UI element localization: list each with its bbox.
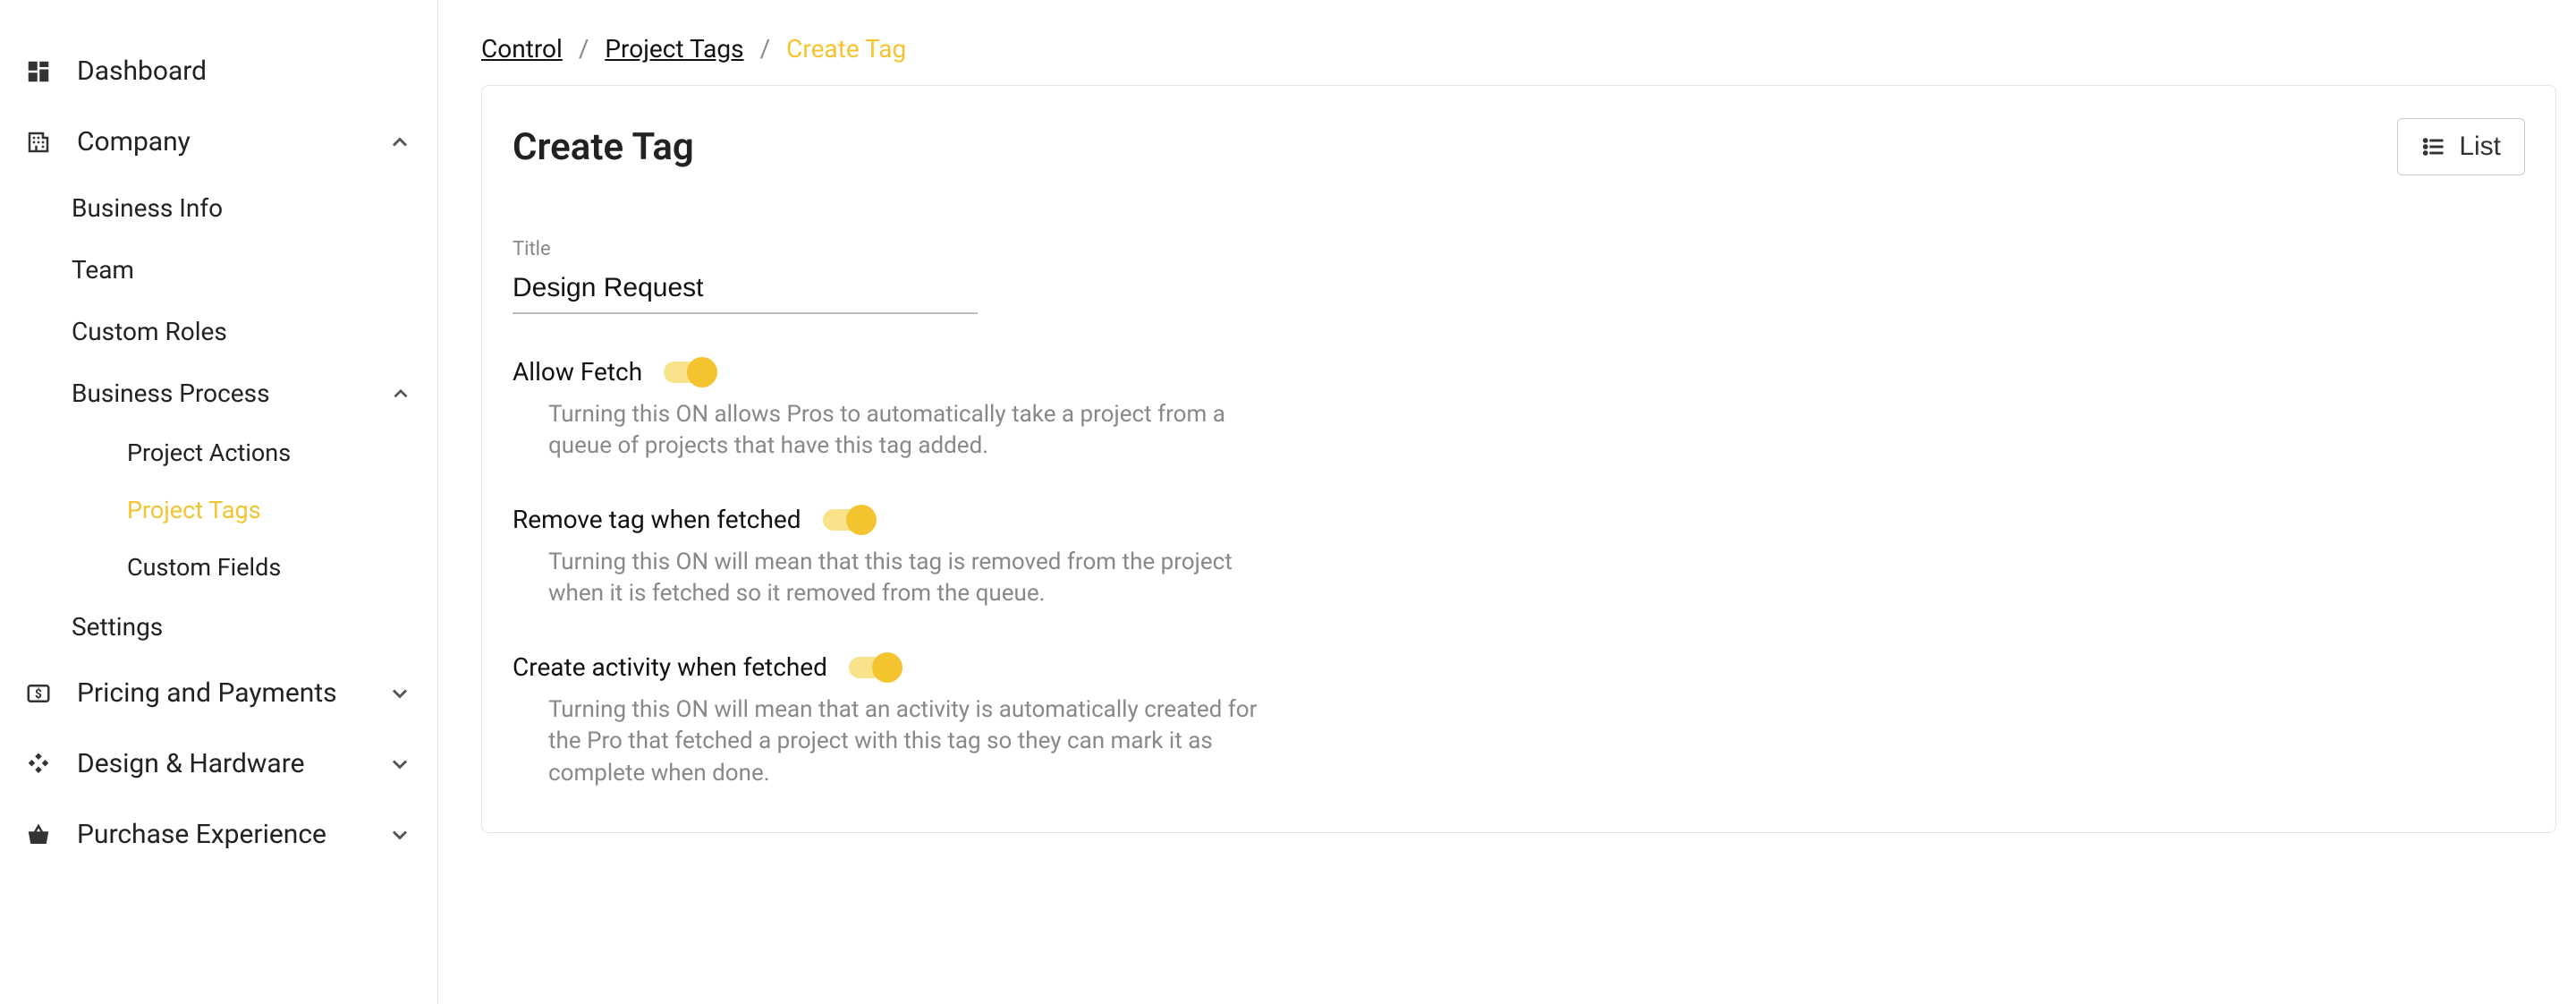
- sidebar-item-company[interactable]: Company: [0, 106, 437, 177]
- list-icon: [2421, 134, 2446, 159]
- breadcrumb-separator: /: [579, 34, 589, 64]
- sidebar-label: Project Tags: [127, 496, 261, 524]
- allow-fetch-toggle[interactable]: [664, 362, 714, 383]
- toggle-knob: [846, 505, 877, 535]
- company-sublist: Business Info Team Custom Roles Business…: [0, 177, 437, 658]
- sidebar-item-business-process[interactable]: Business Process: [68, 362, 437, 424]
- remove-tag-label: Remove tag when fetched: [513, 505, 801, 534]
- sidebar-label: Team: [72, 255, 134, 285]
- sidebar-label: Design & Hardware: [77, 748, 305, 779]
- breadcrumb-project-tags[interactable]: Project Tags: [605, 34, 743, 64]
- card-header: Create Tag List: [513, 118, 2525, 175]
- main-content: Control / Project Tags / Create Tag Crea…: [438, 0, 2576, 1004]
- page-title: Create Tag: [513, 125, 694, 169]
- sidebar-item-dashboard[interactable]: Dashboard: [0, 36, 437, 106]
- business-process-sublist: Project Actions Project Tags Custom Fiel…: [68, 424, 437, 596]
- list-button-label: List: [2459, 132, 2501, 162]
- toggle-knob: [687, 357, 717, 387]
- allow-fetch-help: Turning this ON allows Pros to automatic…: [548, 399, 1273, 462]
- sidebar-label: Custom Fields: [127, 553, 281, 582]
- allow-fetch-label: Allow Fetch: [513, 357, 642, 387]
- breadcrumb-current: Create Tag: [786, 34, 906, 64]
- create-activity-label: Create activity when fetched: [513, 652, 827, 682]
- allow-fetch-row: Allow Fetch: [513, 357, 2525, 387]
- remove-tag-row: Remove tag when fetched: [513, 505, 2525, 534]
- title-field: Title: [513, 238, 2525, 314]
- title-field-label: Title: [513, 238, 2525, 260]
- title-input[interactable]: [513, 266, 978, 314]
- sidebar-item-team[interactable]: Team: [68, 239, 437, 301]
- breadcrumb-control[interactable]: Control: [481, 34, 563, 64]
- sidebar-label: Pricing and Payments: [77, 677, 337, 709]
- create-activity-toggle[interactable]: [849, 657, 899, 678]
- building-icon: [25, 129, 52, 156]
- chevron-down-icon: [387, 752, 412, 777]
- grid-icon: [25, 751, 52, 778]
- remove-tag-help: Turning this ON will mean that this tag …: [548, 547, 1273, 609]
- form-card: Create Tag List Title Allow Fetch: [481, 85, 2556, 833]
- sidebar-item-purchase-experience[interactable]: Purchase Experience: [0, 799, 437, 870]
- chevron-down-icon: [387, 681, 412, 706]
- remove-tag-toggle[interactable]: [823, 509, 873, 531]
- chevron-up-icon: [389, 382, 412, 405]
- sidebar-item-custom-roles[interactable]: Custom Roles: [68, 301, 437, 362]
- sidebar-label: Custom Roles: [72, 317, 227, 346]
- sidebar-item-project-tags[interactable]: Project Tags: [123, 481, 437, 539]
- create-activity-help: Turning this ON will mean that an activi…: [548, 694, 1273, 788]
- sidebar: Dashboard Company Business Info Team Cus…: [0, 0, 438, 1004]
- sidebar-label: Business Info: [72, 193, 223, 223]
- sidebar-item-project-actions[interactable]: Project Actions: [123, 424, 437, 481]
- list-button[interactable]: List: [2397, 118, 2525, 175]
- sidebar-item-custom-fields[interactable]: Custom Fields: [123, 539, 437, 596]
- chevron-down-icon: [387, 822, 412, 847]
- create-activity-row: Create activity when fetched: [513, 652, 2525, 682]
- toggle-knob: [872, 652, 902, 683]
- svg-text:$: $: [35, 686, 42, 702]
- sidebar-label: Company: [77, 126, 191, 157]
- sidebar-item-design-hardware[interactable]: Design & Hardware: [0, 728, 437, 799]
- sidebar-label: Dashboard: [77, 55, 207, 87]
- dollar-box-icon: $: [25, 680, 52, 707]
- breadcrumb: Control / Project Tags / Create Tag: [481, 34, 2556, 64]
- sidebar-item-pricing[interactable]: $ Pricing and Payments: [0, 658, 437, 728]
- sidebar-label: Business Process: [72, 379, 270, 408]
- dashboard-icon: [25, 58, 52, 85]
- chevron-up-icon: [387, 130, 412, 155]
- sidebar-label: Settings: [72, 612, 163, 642]
- sidebar-item-settings[interactable]: Settings: [68, 596, 437, 658]
- sidebar-item-business-info[interactable]: Business Info: [68, 177, 437, 239]
- sidebar-label: Purchase Experience: [77, 819, 326, 850]
- sidebar-label: Project Actions: [127, 438, 291, 467]
- breadcrumb-separator: /: [760, 34, 771, 64]
- basket-icon: [25, 821, 52, 848]
